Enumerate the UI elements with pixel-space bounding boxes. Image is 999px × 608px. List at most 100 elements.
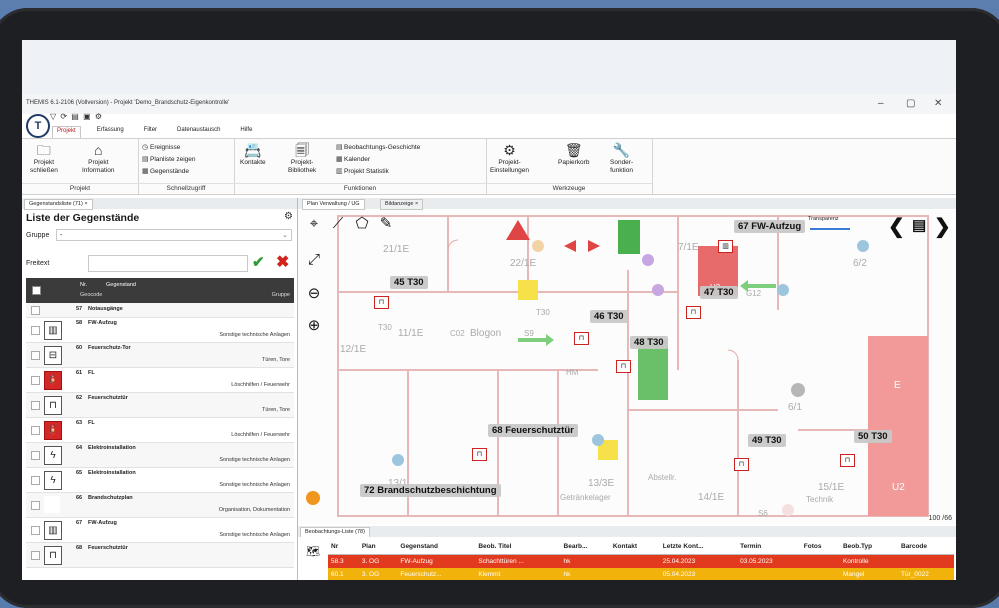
list-item[interactable]: ▥ 67 FW-Aufzug Sonstige technische Anlagen	[26, 518, 294, 543]
row-checkbox[interactable]	[31, 551, 40, 560]
next-plan-icon[interactable]: ❯	[934, 214, 951, 239]
column-header[interactable]: Termin	[737, 539, 801, 555]
column-header[interactable]: Plan	[358, 539, 398, 555]
header-geocode[interactable]: Geocode	[80, 292, 102, 298]
row-checkbox[interactable]	[31, 476, 40, 485]
zoom-in-icon[interactable]: ⊕	[304, 316, 324, 336]
column-header[interactable]: Gegenstand	[397, 539, 476, 555]
list-item[interactable]: 🧯 63 FL Löschhilfen / Feuerwehr	[26, 418, 294, 443]
gruppe-select[interactable]: - ⌄	[56, 229, 292, 241]
row-checkbox[interactable]	[31, 526, 40, 535]
tab-datenaustausch[interactable]: Datenaustausch	[173, 126, 224, 138]
close-button[interactable]: ✕	[934, 98, 942, 109]
fit-view-icon[interactable]: ⤢	[304, 250, 324, 270]
marker-48-t30[interactable]: 48 T30	[630, 336, 668, 349]
gear-icon[interactable]: ⚙	[284, 211, 293, 222]
map-pin-icon[interactable]: 🗺	[306, 545, 320, 558]
tab-plan-verwaltung[interactable]: Plan Verwaltung / UG	[302, 199, 365, 210]
marker-45-t30[interactable]: 45 T30	[390, 276, 428, 289]
header-gruppe[interactable]: Gruppe	[272, 292, 290, 298]
row-checkbox[interactable]	[31, 501, 40, 510]
column-header[interactable]: Barcode	[898, 539, 954, 555]
tab-filter[interactable]: Filter	[140, 126, 161, 138]
line-tool-icon[interactable]: ⟋	[328, 214, 348, 234]
projekt-information-button[interactable]: ⌂ Projekt Information	[82, 141, 115, 175]
marker-49-t30[interactable]: 49 T30	[748, 434, 786, 447]
marker-67-fw-aufzug[interactable]: 67 FW-Aufzug	[734, 220, 806, 233]
projekt-schliessen-button[interactable]: 🗀 Projekt schließen	[30, 141, 58, 175]
marker-47-t30[interactable]: 47 T30	[700, 286, 738, 299]
marker-68-feuerschutztuer[interactable]: 68 Feuerschutztür	[488, 424, 578, 437]
tab-gegenstandsliste[interactable]: Gegenstandsliste (71) ×	[24, 199, 93, 210]
row-checkbox[interactable]	[31, 451, 40, 460]
app-logo-icon[interactable]: T	[26, 114, 50, 138]
tab-hilfe[interactable]: Hilfe	[236, 126, 256, 138]
tab-erfassung[interactable]: Erfassung	[93, 126, 128, 138]
transparency-slider[interactable]	[810, 228, 850, 230]
table-row[interactable]: 58.3 3. OG FW-Aufzug Schachttüren ... hk 25.0…	[328, 554, 954, 568]
column-header[interactable]: Fotos	[800, 539, 840, 555]
gegenstaende-button[interactable]: ▦Gegenstände	[142, 167, 189, 175]
list-item[interactable]: 66 Brandschutzplan Organisation, Dokumenta…	[26, 493, 294, 518]
row-checkbox[interactable]	[31, 306, 40, 315]
header-gegenstand[interactable]: Gegenstand	[106, 282, 136, 288]
floor-plan-view[interactable]: 21/1E 22/1E 7/1E 6/2 11/1E 12/1E Blogon …	[298, 210, 956, 524]
list-item[interactable]: ⊓ 68 Feuerschutztür	[26, 543, 294, 568]
select-tool-icon[interactable]: ⌖	[304, 214, 324, 234]
column-header[interactable]: Nr	[328, 539, 359, 555]
pen-tool-icon[interactable]: ✎	[376, 214, 396, 234]
marker-46-t30[interactable]: 46 T30	[590, 310, 628, 323]
door-pin-icon[interactable]: ⊓	[840, 454, 855, 467]
previous-plan-icon[interactable]: ❮	[888, 214, 905, 239]
quick-access-icons[interactable]: ▽ ⟳ ▤ ▣ ⚙	[50, 112, 103, 121]
sonderfunktion-button[interactable]: 🔧 Sonder- funktion	[610, 141, 633, 175]
plan-pages-icon[interactable]: ▤	[912, 216, 926, 234]
column-header[interactable]: Letzte Kont...	[659, 539, 738, 555]
zoom-out-icon[interactable]: ⊖	[304, 284, 324, 304]
list-item[interactable]: ϟ 64 Elektroinstallation Sonstige technisch…	[26, 443, 294, 468]
column-header[interactable]: Beob.Typ	[839, 539, 898, 555]
select-all-checkbox[interactable]	[32, 286, 41, 295]
maximize-button[interactable]: ▢	[906, 98, 915, 109]
ereignisse-button[interactable]: ◷ Ereignisse	[142, 143, 180, 151]
projekt-bibliothek-button[interactable]: 🗐 Projekt- Bibliothek	[288, 141, 316, 175]
row-checkbox[interactable]	[31, 376, 40, 385]
marker-50-t30[interactable]: 50 T30	[854, 430, 892, 443]
projekt-einstellungen-button[interactable]: ⚙ Projekt- Einstellungen	[490, 141, 529, 175]
kontakte-button[interactable]: 📇 Kontakte	[240, 141, 266, 167]
planliste-button[interactable]: ▤Planliste zeigen	[142, 155, 196, 163]
list-item[interactable]: 57 Notausgänge	[26, 303, 294, 318]
marker-72-brandschutzbeschichtung[interactable]: 72 Brandschutzbeschichtung	[360, 484, 501, 497]
door-pin-icon[interactable]: ⊓	[686, 306, 701, 319]
row-checkbox[interactable]	[31, 326, 40, 335]
door-pin-icon[interactable]: ⊓	[374, 296, 389, 309]
list-item[interactable]: ▥ 58 FW-Aufzug Sonstige technische Anlagen	[26, 318, 294, 343]
clear-filter-x-icon[interactable]: ✖	[276, 252, 289, 272]
projekt-statistik-button[interactable]: ▥Projekt Statistik	[336, 167, 389, 175]
apply-filter-check-icon[interactable]: ✔	[252, 253, 265, 271]
list-item[interactable]: ⊟ 60 Feuerschutz-Tor Türen, Tore	[26, 343, 294, 368]
papierkorb-button[interactable]: 🗑 Papierkorb	[558, 141, 589, 167]
row-checkbox[interactable]	[31, 426, 40, 435]
column-header[interactable]: Kontakt	[609, 539, 660, 555]
door-pin-icon[interactable]: ⊓	[472, 448, 487, 461]
table-row[interactable]: 60.1 3. OG Feuerschutz... Klemmt hk 05.04.202…	[328, 568, 954, 580]
column-header[interactable]: Bearb...	[560, 539, 610, 555]
list-item[interactable]: ⊓ 62 Feuerschutztür Türen, Tore	[26, 393, 294, 418]
row-checkbox[interactable]	[31, 401, 40, 410]
kalender-button[interactable]: ▦Kalender	[336, 155, 370, 163]
list-item[interactable]: ϟ 65 Elektroinstallation Sonstige technisch…	[26, 468, 294, 493]
door-pin-icon[interactable]: ⊓	[734, 458, 749, 471]
freitext-input[interactable]	[88, 255, 248, 272]
door-pin-icon[interactable]: ⊓	[574, 332, 589, 345]
tab-bildanzeige[interactable]: Bildanzeige ×	[380, 199, 424, 210]
door-pin-icon[interactable]: ⊓	[616, 360, 631, 373]
list-item[interactable]: 🧯 61 FL Löschhilfen / Feuerwehr	[26, 368, 294, 393]
minimize-button[interactable]: –	[878, 98, 884, 109]
beobachtungs-geschichte-button[interactable]: ▤Beobachtungs-Geschichte	[336, 143, 420, 151]
column-header[interactable]: Beob. Titel	[475, 539, 561, 555]
elevator-pin-icon[interactable]: ▥	[718, 240, 733, 253]
row-checkbox[interactable]	[31, 351, 40, 360]
tab-projekt[interactable]: Projekt	[52, 126, 81, 138]
header-nr[interactable]: Nr.	[80, 282, 87, 288]
